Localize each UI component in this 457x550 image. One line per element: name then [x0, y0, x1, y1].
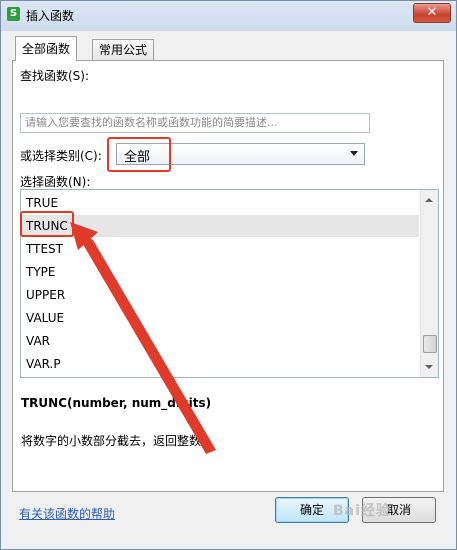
function-list-label: 选择函数(N):: [20, 175, 91, 189]
scroll-thumb[interactable]: [423, 335, 437, 353]
list-item[interactable]: VAR: [21, 330, 419, 352]
function-description: 将数字的小数部分截去，返回整数。: [21, 434, 214, 448]
list-item[interactable]: TTEST: [21, 238, 419, 260]
chevron-down-icon: [350, 151, 358, 156]
title-bar[interactable]: S 插入函数 ✕: [1, 1, 456, 29]
scroll-up-arrow-icon[interactable]: [425, 198, 433, 202]
wps-spreadsheet-icon: S: [7, 7, 20, 21]
insert-function-dialog: S 插入函数 ✕ 全部函数 常用公式 查找函数(S): 请输入您要查找的函数名称…: [0, 0, 457, 550]
list-item[interactable]: VALUE: [21, 307, 419, 329]
list-item[interactable]: VAR.P: [21, 353, 419, 375]
search-label: 查找函数(S):: [20, 69, 90, 83]
list-item[interactable]: TYPE: [21, 261, 419, 283]
function-signature: TRUNC(number, num_digits): [21, 396, 212, 410]
category-value: 全部: [124, 150, 151, 165]
list-item-selected[interactable]: TRUNC: [21, 215, 419, 237]
category-label: 或选择类别(C):: [20, 149, 102, 163]
dialog-title: 插入函数: [26, 9, 75, 23]
list-item[interactable]: UPPER: [21, 284, 419, 306]
close-button[interactable]: ✕: [413, 3, 451, 23]
category-select[interactable]: 全部: [116, 143, 365, 165]
function-list[interactable]: TRUE TRUNC TTEST TYPE UPPER VALUE VAR VA…: [20, 189, 439, 378]
tab-all-functions[interactable]: 全部函数: [15, 36, 78, 61]
list-scrollbar[interactable]: [420, 190, 438, 377]
scroll-down-arrow-icon[interactable]: [425, 365, 433, 369]
dialog-body: 全部函数 常用公式 查找函数(S): 请输入您要查找的函数名称或函数功能的简要描…: [7, 31, 449, 543]
search-input[interactable]: 请输入您要查找的函数名称或函数功能的简要描述...: [20, 113, 370, 133]
list-item[interactable]: TRUE: [21, 192, 419, 214]
function-help-link[interactable]: 有关该函数的帮助: [19, 505, 115, 522]
baidu-jingyan-watermark: Bai经验: [333, 503, 391, 519]
tab-panel-all-functions: 查找函数(S): 请输入您要查找的函数名称或函数功能的简要描述... 或选择类别…: [12, 60, 444, 492]
tab-common-formulas[interactable]: 常用公式: [92, 39, 155, 60]
